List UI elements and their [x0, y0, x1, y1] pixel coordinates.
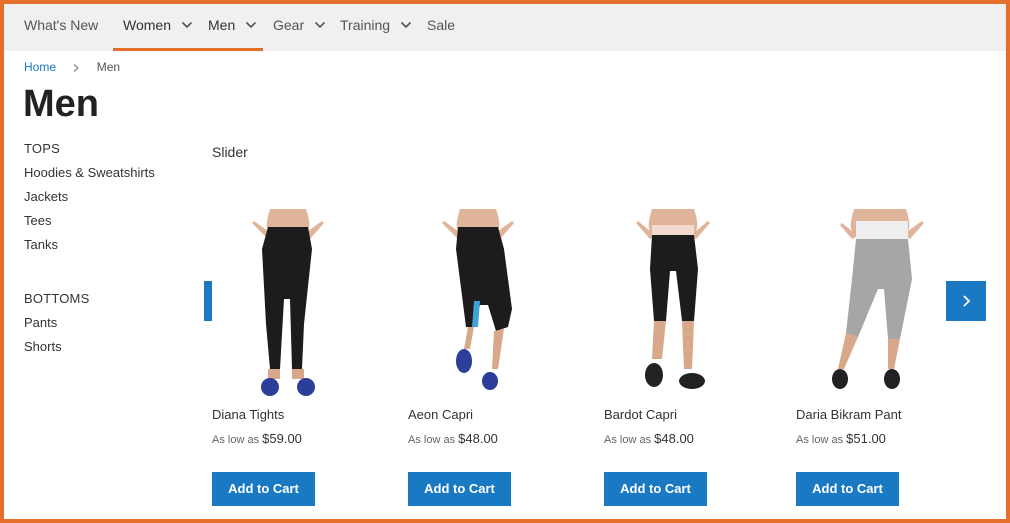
product-name[interactable]: Bardot Capri: [604, 407, 764, 425]
nav-item-gear[interactable]: Gear: [273, 4, 326, 51]
sidebar-link-tanks[interactable]: Tanks: [24, 233, 194, 257]
chevron-down-icon: [314, 21, 326, 28]
product-price: $59.00: [262, 431, 302, 446]
chevron-down-icon: [181, 21, 192, 28]
price-row: As low as $59.00: [212, 431, 372, 446]
nav-label: Training: [340, 17, 391, 33]
category-sidebar: TOPS Hoodies & Sweatshirts Jackets Tees …: [24, 137, 194, 359]
product-price: $48.00: [458, 431, 498, 446]
active-underline: [113, 48, 199, 51]
breadcrumb-home-link[interactable]: Home: [24, 60, 56, 74]
main-navigation: What's New Women Men Gear Training Sale: [4, 4, 1006, 51]
breadcrumb-current: Men: [96, 60, 121, 74]
product-price: $48.00: [654, 431, 694, 446]
nav-item-women[interactable]: Women: [113, 4, 199, 51]
product-card: Bardot Capri As low as $48.00 Add to Car…: [604, 209, 764, 506]
nav-label: Gear: [273, 17, 305, 33]
sidebar-link-jackets[interactable]: Jackets: [24, 185, 194, 209]
price-prefix: As low as: [408, 434, 456, 446]
chevron-right-icon: [963, 295, 971, 307]
sidebar-heading-tops: TOPS: [24, 141, 60, 156]
price-row: As low as $51.00: [796, 431, 956, 446]
nav-item-whats-new[interactable]: What's New: [24, 4, 98, 51]
product-name[interactable]: Aeon Capri: [408, 407, 568, 425]
breadcrumb: Home Men: [24, 60, 120, 74]
chevron-down-icon: [246, 21, 257, 28]
add-to-cart-button[interactable]: Add to Cart: [212, 472, 315, 506]
chevron-right-icon: [73, 63, 80, 72]
product-image[interactable]: [408, 209, 558, 399]
product-name[interactable]: Diana Tights: [212, 407, 372, 425]
nav-item-men[interactable]: Men: [198, 4, 264, 51]
nav-label: Men: [208, 17, 236, 33]
price-prefix: As low as: [212, 434, 260, 446]
nav-item-training[interactable]: Training: [340, 4, 412, 51]
price-prefix: As low as: [604, 434, 652, 446]
page-title: Men: [23, 83, 99, 125]
product-price: $51.00: [846, 431, 886, 446]
add-to-cart-button[interactable]: Add to Cart: [796, 472, 899, 506]
nav-label: Women: [123, 17, 171, 33]
sidebar-link-pants[interactable]: Pants: [24, 311, 194, 335]
add-to-cart-button[interactable]: Add to Cart: [604, 472, 707, 506]
nav-label: Sale: [427, 17, 456, 33]
product-name[interactable]: Daria Bikram Pant: [796, 407, 956, 425]
price-row: As low as $48.00: [408, 431, 568, 446]
active-underline: [198, 48, 264, 51]
price-row: As low as $48.00: [604, 431, 764, 446]
sidebar-link-hoodies[interactable]: Hoodies & Sweatshirts: [24, 161, 194, 185]
chevron-down-icon: [400, 21, 412, 28]
sidebar-link-shorts[interactable]: Shorts: [24, 335, 194, 359]
product-card: Daria Bikram Pant As low as $51.00 Add t…: [796, 209, 956, 506]
price-prefix: As low as: [796, 434, 844, 446]
page-frame: What's New Women Men Gear Training Sale …: [0, 0, 1010, 523]
sidebar-heading-bottoms: BOTTOMS: [24, 291, 90, 306]
add-to-cart-button[interactable]: Add to Cart: [408, 472, 511, 506]
product-card: Diana Tights As low as $59.00 Add to Car…: [212, 209, 372, 506]
product-image[interactable]: [604, 209, 754, 399]
product-card: Aeon Capri As low as $48.00 Add to Cart: [408, 209, 568, 506]
sidebar-link-tees[interactable]: Tees: [24, 209, 194, 233]
product-image[interactable]: [796, 209, 946, 399]
nav-label: What's New: [24, 17, 99, 33]
nav-item-sale[interactable]: Sale: [427, 4, 455, 51]
slider-title: Slider: [212, 144, 248, 160]
product-image[interactable]: [212, 209, 362, 399]
